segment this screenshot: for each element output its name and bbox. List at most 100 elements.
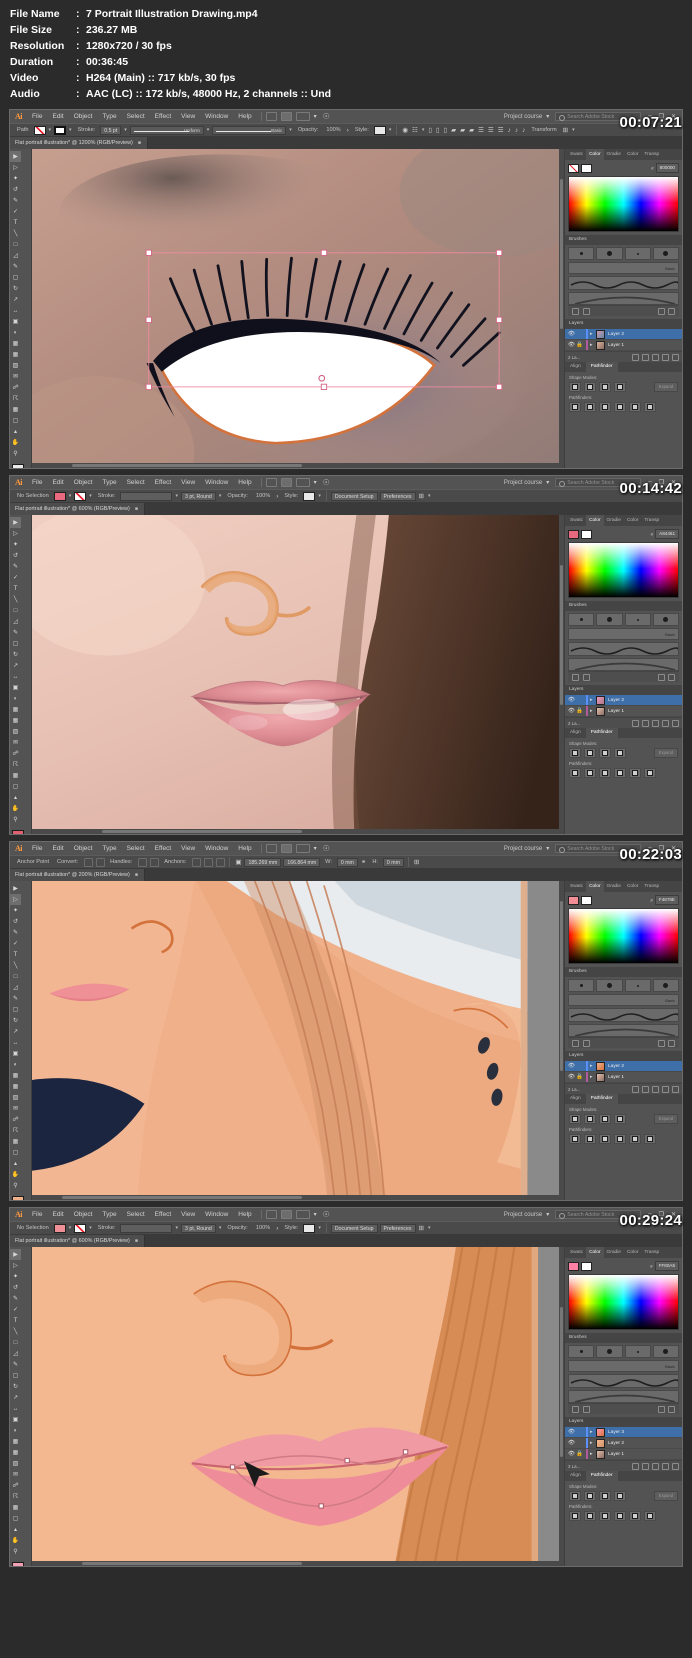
brush-preset[interactable] [624,247,651,260]
chevron-down-icon[interactable]: ▾ [314,113,317,120]
stock-icon[interactable] [280,112,292,121]
tab-swatches[interactable]: Swatc [567,149,586,160]
connect-anchors-button[interactable] [203,857,213,867]
stroke-swatch[interactable] [581,163,592,173]
tool-scale[interactable]: ↗ [10,1026,21,1037]
menu-file[interactable]: File [27,479,47,486]
merge-button[interactable] [599,1134,611,1144]
tool-magic-wand[interactable]: ✦ [10,539,21,550]
document-setup-button[interactable]: Document Setup [330,491,378,501]
lock-icon[interactable]: 🔒 [576,1451,584,1457]
tool-eraser[interactable]: ▢ [10,638,21,649]
vertical-scrollbar[interactable] [559,1247,564,1566]
menu-file[interactable]: File [27,1211,47,1218]
trim-button[interactable] [584,1511,596,1521]
chevron-down-icon[interactable]: ▾ [314,1211,317,1218]
tool-blend[interactable]: ☍ [10,382,21,393]
document-tab[interactable]: Flat portrait illustration* @ 200% (RGB/… [10,869,145,881]
new-sublayer-icon[interactable] [652,1085,659,1093]
tool-rectangle[interactable]: □ [10,605,21,616]
hex-input[interactable]: FF80A5 [654,1261,679,1271]
brush-preset-arc[interactable] [568,292,679,305]
menu-object[interactable]: Object [69,845,98,852]
tab-color-guide[interactable]: Color [624,515,641,526]
unite-button[interactable] [569,1114,581,1124]
cut-path-button[interactable] [215,857,225,867]
tab-align[interactable]: Align [565,728,586,738]
color-spectrum[interactable] [568,542,679,598]
divide-button[interactable] [569,402,581,412]
remove-brush-icon[interactable] [583,1039,590,1047]
brush-libraries-icon[interactable] [572,307,579,315]
tab-transparency[interactable]: Transp [641,515,662,526]
chevron-down-icon[interactable]: ▾ [173,493,180,499]
tool-curvature[interactable]: ✓ [10,206,21,217]
menu-help[interactable]: Help [233,113,256,120]
tool-magic-wand[interactable]: ✦ [10,905,21,916]
color-spectrum[interactable] [568,1274,679,1330]
brush-preset-arc[interactable] [568,658,679,671]
tool-type[interactable]: T [10,583,21,594]
tool-pen[interactable]: ✎ [10,195,21,206]
expand-button[interactable]: Expand [653,382,678,392]
new-layer-icon[interactable] [662,1085,669,1093]
divide-button[interactable] [569,1134,581,1144]
tab-gradient[interactable]: Gradie [604,515,624,526]
horizontal-scrollbar[interactable] [32,463,559,468]
tool-eyedropper[interactable]: ✉ [10,1469,21,1480]
tool-rotate[interactable]: ↻ [10,1381,21,1392]
tool-pen[interactable]: ✎ [10,1293,21,1304]
align-center-icon[interactable]: ▯ [434,126,442,134]
bridge-icon[interactable] [265,478,277,487]
fill-swatch[interactable] [33,125,46,135]
trim-button[interactable] [584,768,596,778]
tool-magic-wand[interactable]: ✦ [10,1271,21,1282]
expand-button[interactable]: Expand [653,1491,678,1501]
layer-name[interactable]: Layer 2 [608,1441,624,1446]
eye-icon[interactable]: 👁 [568,342,576,348]
fill-stroke-control[interactable] [12,830,30,834]
horizontal-scrollbar[interactable] [32,1195,559,1200]
tool-lasso[interactable]: ↺ [10,1282,21,1293]
tab-color[interactable]: Color [586,149,604,160]
brush-preset[interactable] [652,1345,679,1358]
divide-button[interactable] [569,768,581,778]
fill-color-swatch[interactable] [12,1562,24,1566]
make-clipping-mask-icon[interactable] [642,353,649,361]
preferences-button[interactable]: Preferences [379,1223,416,1233]
bridge-icon[interactable] [265,1210,277,1219]
tab-gradient[interactable]: Gradie [604,149,624,160]
document-tab[interactable]: Flat portrait illustration* @ 600% (RGB/… [10,1235,145,1247]
brush-preset[interactable] [624,979,651,992]
new-brush-icon[interactable] [658,1405,665,1413]
minus-back-button[interactable] [644,768,656,778]
brush-libraries-icon[interactable] [572,1405,579,1413]
tool-pencil[interactable]: ✎ [10,993,21,1004]
tool-paintbrush[interactable]: ◿ [10,250,21,261]
tool-type[interactable]: T [10,1315,21,1326]
tool-selection[interactable]: ▶ [10,883,21,894]
transform-label[interactable]: Transform [527,127,560,133]
menu-effect[interactable]: Effect [150,113,177,120]
tool-line-segment[interactable]: ╲ [10,594,21,605]
stroke-swatch[interactable] [581,895,592,905]
tool-pencil[interactable]: ✎ [10,261,21,272]
brush-preset[interactable] [624,613,651,626]
stock-icon[interactable] [280,844,292,853]
menu-object[interactable]: Object [69,1211,98,1218]
brush-libraries-icon[interactable] [572,1039,579,1047]
isolate-icon[interactable]: ▣ [233,858,243,866]
tool-zoom[interactable]: ⚲ [10,1180,21,1191]
tool-scale[interactable]: ↗ [10,660,21,671]
hand-icon[interactable]: ☉ [323,478,330,487]
tab-transparency[interactable]: Transp [641,149,662,160]
tab-pathfinder[interactable]: Pathfinder [585,1471,618,1481]
tool-pen[interactable]: ✎ [10,561,21,572]
chevron-down-icon[interactable]: ▾ [426,1225,433,1231]
hand-icon[interactable]: ☉ [323,112,330,121]
artboard-canvas[interactable] [32,881,564,1200]
tool-type[interactable]: T [10,949,21,960]
artboard-canvas[interactable] [32,515,564,834]
tool-eyedropper[interactable]: ✉ [10,1103,21,1114]
layer-name[interactable]: Layer 2 [608,1064,624,1069]
